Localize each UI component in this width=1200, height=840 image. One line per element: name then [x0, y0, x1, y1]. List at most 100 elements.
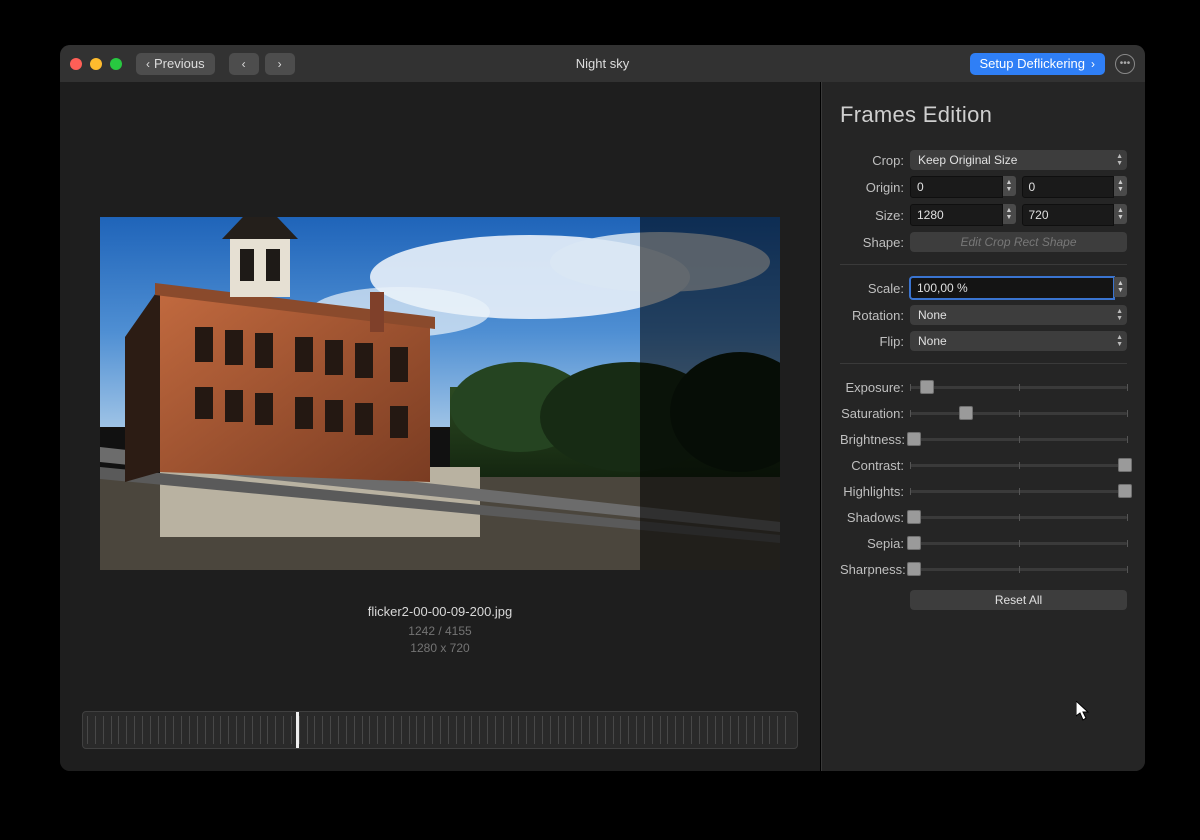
crop-select-value: Keep Original Size	[918, 153, 1017, 167]
slider-tick	[1019, 410, 1020, 417]
sepia-label: Sepia:	[840, 536, 904, 551]
shadows-row: Shadows:	[840, 506, 1127, 528]
scale-field[interactable]: 100,00 %	[910, 277, 1114, 299]
slider-tick	[910, 410, 911, 417]
sharpness-slider-knob[interactable]	[907, 562, 921, 576]
shadows-label: Shadows:	[840, 510, 904, 525]
slider-tick	[1019, 514, 1020, 521]
scrubber-ticks	[87, 716, 793, 744]
slider-tick	[1019, 462, 1020, 469]
slider-tick	[1019, 566, 1020, 573]
app-body: flicker2-00-00-09-200.jpg 1242 / 4155 12…	[60, 82, 1145, 771]
previous-button-label: Previous	[154, 56, 205, 71]
flip-select[interactable]: None ▲▼	[910, 331, 1127, 351]
origin-x-stepper[interactable]: ▲▼	[1003, 176, 1016, 196]
size-h-field[interactable]: 720	[1022, 204, 1115, 226]
exposure-slider-knob[interactable]	[920, 380, 934, 394]
panel-title: Frames Edition	[840, 102, 1127, 128]
previous-button[interactable]: ‹ Previous	[136, 53, 215, 75]
sharpness-label: Sharpness:	[840, 562, 904, 577]
slider-tick	[1127, 436, 1128, 443]
slider-tick	[1019, 488, 1020, 495]
sepia-slider[interactable]	[910, 534, 1127, 552]
origin-y-stepper[interactable]: ▲▼	[1114, 176, 1127, 196]
highlights-row: Highlights:	[840, 480, 1127, 502]
brightness-row: Brightness:	[840, 428, 1127, 450]
size-w-field[interactable]: 1280	[910, 204, 1003, 226]
slider-tick	[1019, 540, 1020, 547]
slider-tick	[910, 384, 911, 391]
saturation-row: Saturation:	[840, 402, 1127, 424]
edit-crop-shape-button[interactable]: Edit Crop Rect Shape	[910, 232, 1127, 252]
chevron-right-icon: ›	[1091, 58, 1095, 70]
origin-label: Origin:	[840, 180, 904, 195]
slider-tick	[1019, 436, 1020, 443]
flip-label: Flip:	[840, 334, 904, 349]
contrast-slider-knob[interactable]	[1118, 458, 1132, 472]
reset-all-button[interactable]: Reset All	[910, 590, 1127, 610]
brightness-label: Brightness:	[840, 432, 904, 447]
forward-button[interactable]: ›	[265, 53, 295, 75]
scrubber-playhead[interactable]	[296, 712, 299, 748]
origin-y-field[interactable]: 0	[1022, 176, 1115, 198]
sepia-row: Sepia:	[840, 532, 1127, 554]
frames-edition-panel: Frames Edition Crop: Keep Original Size …	[821, 82, 1145, 771]
close-icon[interactable]	[70, 58, 82, 70]
titlebar: ‹ Previous ‹ › Night sky Setup Deflicker…	[60, 45, 1145, 82]
slider-tick	[910, 488, 911, 495]
toolbar-right: Setup Deflickering › •••	[970, 53, 1136, 75]
sharpness-row: Sharpness:	[840, 558, 1127, 580]
timeline-scrubber[interactable]	[82, 711, 798, 749]
chevron-updown-icon: ▲▼	[1116, 308, 1123, 322]
divider	[840, 264, 1127, 265]
sepia-slider-knob[interactable]	[907, 536, 921, 550]
slider-tick	[1127, 410, 1128, 417]
shape-label: Shape:	[840, 235, 904, 250]
slider-tick	[910, 462, 911, 469]
slider-tick	[1127, 566, 1128, 573]
chevron-updown-icon: ▲▼	[1116, 334, 1123, 348]
highlights-slider[interactable]	[910, 482, 1127, 500]
preview-image[interactable]	[100, 217, 780, 570]
contrast-slider[interactable]	[910, 456, 1127, 474]
size-h-stepper[interactable]: ▲▼	[1114, 204, 1127, 224]
scale-stepper[interactable]: ▲▼	[1114, 277, 1127, 297]
shadows-slider-knob[interactable]	[907, 510, 921, 524]
size-label: Size:	[840, 208, 904, 223]
preview-image-content	[100, 217, 780, 570]
slider-tick	[1127, 514, 1128, 521]
origin-x-field[interactable]: 0	[910, 176, 1003, 198]
chevron-updown-icon: ▲▼	[1116, 153, 1123, 167]
exposure-label: Exposure:	[840, 380, 904, 395]
back-button[interactable]: ‹	[229, 53, 259, 75]
saturation-slider[interactable]	[910, 404, 1127, 422]
exposure-slider[interactable]	[910, 378, 1127, 396]
setup-deflickering-button[interactable]: Setup Deflickering ›	[970, 53, 1106, 75]
minimize-icon[interactable]	[90, 58, 102, 70]
frame-counter: 1242 / 4155	[60, 623, 820, 640]
slider-tick	[1127, 384, 1128, 391]
sharpness-slider[interactable]	[910, 560, 1127, 578]
frame-dimensions: 1280 x 720	[60, 640, 820, 657]
contrast-label: Contrast:	[840, 458, 904, 473]
brightness-slider[interactable]	[910, 430, 1127, 448]
saturation-slider-knob[interactable]	[959, 406, 973, 420]
shadows-slider[interactable]	[910, 508, 1127, 526]
rotation-label: Rotation:	[840, 308, 904, 323]
contrast-row: Contrast:	[840, 454, 1127, 476]
highlights-slider-knob[interactable]	[1118, 484, 1132, 498]
slider-tick	[1019, 384, 1020, 391]
chevron-left-icon: ‹	[242, 58, 246, 70]
zoom-icon[interactable]	[110, 58, 122, 70]
saturation-label: Saturation:	[840, 406, 904, 421]
more-icon[interactable]: •••	[1115, 54, 1135, 74]
size-w-stepper[interactable]: ▲▼	[1003, 204, 1016, 224]
rotation-select[interactable]: None ▲▼	[910, 305, 1127, 325]
crop-label: Crop:	[840, 153, 904, 168]
divider	[840, 363, 1127, 364]
crop-select[interactable]: Keep Original Size ▲▼	[910, 150, 1127, 170]
scale-label: Scale:	[840, 281, 904, 296]
brightness-slider-knob[interactable]	[907, 432, 921, 446]
exposure-row: Exposure:	[840, 376, 1127, 398]
highlights-label: Highlights:	[840, 484, 904, 499]
